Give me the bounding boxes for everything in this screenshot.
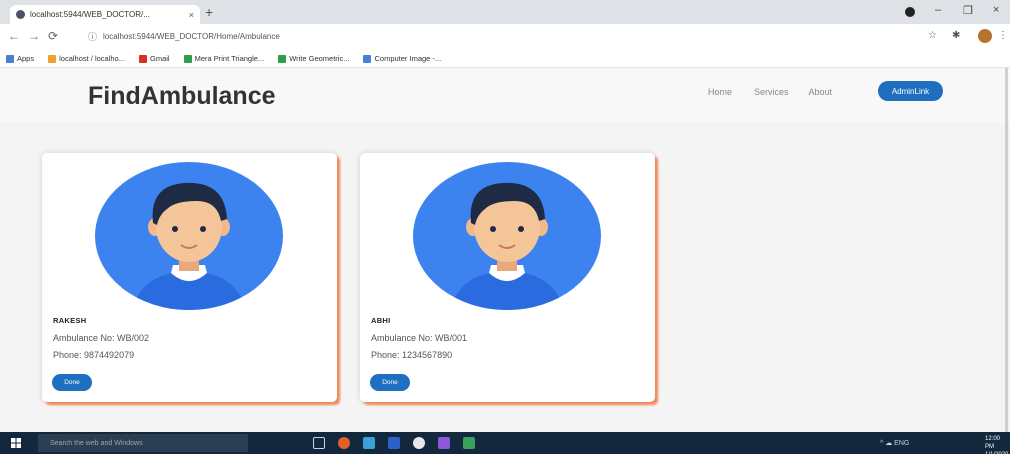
apps-icon — [6, 54, 14, 63]
bookmark-label: Apps — [17, 54, 35, 63]
app-icon[interactable] — [463, 437, 475, 449]
visual-studio-icon[interactable] — [438, 437, 450, 449]
ambulance-number: Ambulance No: WB/001 — [371, 333, 468, 343]
bookmark-label: localhost / localho... — [59, 54, 125, 63]
menu-icon[interactable]: ⋮ — [998, 30, 1008, 41]
scrollbar[interactable] — [1005, 68, 1008, 432]
taskbar-clock[interactable]: 12:00 PM 1/1/2020 — [985, 435, 1010, 459]
url-text: localhost:5944/WEB_DOCTOR/Home/Ambulance — [103, 32, 280, 41]
browser-tab[interactable]: localhost:5944/WEB_DOCTOR/... × — [10, 5, 200, 24]
nav-home[interactable]: Home — [708, 87, 732, 97]
globe-icon — [16, 10, 25, 19]
site-navbar: FindAmbulance Home Services About AdminL… — [0, 68, 1010, 122]
tab-close-icon[interactable]: × — [189, 10, 194, 20]
page-content: FindAmbulance Home Services About AdminL… — [0, 68, 1010, 432]
bookmark-item[interactable]: Computer Image -... — [363, 54, 441, 63]
clock-time: 12:00 PM — [985, 436, 1001, 450]
driver-phone: Phone: 9874492079 — [53, 350, 135, 360]
brand-logo[interactable]: FindAmbulance — [88, 82, 276, 111]
driver-phone: Phone: 1234567890 — [371, 350, 453, 360]
record-icon[interactable] — [905, 7, 915, 17]
nav-services[interactable]: Services — [754, 87, 789, 97]
admin-button[interactable]: AdminLink — [878, 81, 943, 101]
back-icon[interactable]: ← — [8, 30, 20, 42]
folder-icon — [48, 54, 57, 63]
file-explorer-icon[interactable] — [363, 437, 375, 449]
bookmarks-bar: Apps localhost / localho... Gmail Mera P… — [0, 50, 1010, 68]
ambulance-card: ABHI Ambulance No: WB/001 Phone: 1234567… — [360, 153, 655, 402]
bookmark-item[interactable]: Apps — [6, 54, 34, 63]
tab-title: localhost:5944/WEB_DOCTOR/... — [30, 10, 150, 19]
bookmark-item[interactable]: Mera Print Triangle... — [183, 54, 265, 63]
bookmark-label: Gmail — [149, 54, 170, 63]
profile-avatar[interactable] — [978, 29, 992, 43]
driver-avatar-icon — [413, 162, 601, 310]
reload-icon[interactable]: ⟳ — [48, 30, 58, 42]
image-icon — [363, 54, 372, 63]
minimize-button[interactable]: – — [935, 4, 941, 16]
bookmark-item[interactable]: localhost / localho... — [48, 54, 125, 63]
maximize-button[interactable]: ❐ — [963, 4, 973, 17]
clock-date: 1/1/2020 — [985, 452, 1009, 458]
sheet-icon — [278, 54, 287, 63]
store-icon[interactable] — [388, 437, 400, 449]
taskbar-search-input[interactable]: Search the web and Windows — [38, 434, 248, 452]
close-window-button[interactable]: × — [993, 4, 999, 16]
bookmark-item[interactable]: Gmail — [138, 54, 170, 63]
new-tab-button[interactable]: + — [205, 5, 213, 19]
driver-name: RAKESH — [53, 316, 87, 325]
chrome-icon[interactable] — [338, 437, 350, 449]
task-view-icon[interactable] — [313, 437, 325, 449]
system-tray[interactable]: ^ ☁ ENG — [880, 439, 909, 447]
gmail-icon — [138, 54, 147, 63]
url-field[interactable]: ⓘ localhost:5944/WEB_DOCTOR/Home/Ambulan… — [88, 29, 908, 44]
driver-name: ABHI — [371, 316, 391, 325]
browser-icon[interactable] — [413, 437, 425, 449]
browser-tabbar: localhost:5944/WEB_DOCTOR/... × + – ❐ × — [0, 0, 1010, 24]
nav-about[interactable]: About — [809, 87, 833, 97]
sheet-icon — [183, 54, 192, 63]
ambulance-card: RAKESH Ambulance No: WB/002 Phone: 98744… — [42, 153, 337, 402]
done-button[interactable]: Done — [52, 374, 92, 391]
windows-start-icon[interactable] — [11, 438, 21, 448]
bookmark-label: Mera Print Triangle... — [194, 54, 265, 63]
nav-links: Home Services About — [708, 87, 854, 97]
done-button[interactable]: Done — [370, 374, 410, 391]
windows-taskbar: Search the web and Windows ^ ☁ ENG 12:00… — [0, 432, 1010, 458]
bookmark-label: Computer Image -... — [374, 54, 442, 63]
bookmark-item[interactable]: Write Geometric... — [278, 54, 349, 63]
info-icon[interactable]: ⓘ — [88, 30, 97, 43]
star-icon[interactable]: ☆ — [928, 30, 937, 41]
ambulance-number: Ambulance No: WB/002 — [53, 333, 150, 343]
driver-avatar-icon — [95, 162, 283, 310]
bookmark-label: Write Geometric... — [289, 54, 350, 63]
address-bar: ← → ⟳ ⓘ localhost:5944/WEB_DOCTOR/Home/A… — [0, 24, 1010, 50]
forward-icon[interactable]: → — [28, 30, 40, 42]
extension-icon[interactable]: ✱ — [952, 30, 960, 41]
